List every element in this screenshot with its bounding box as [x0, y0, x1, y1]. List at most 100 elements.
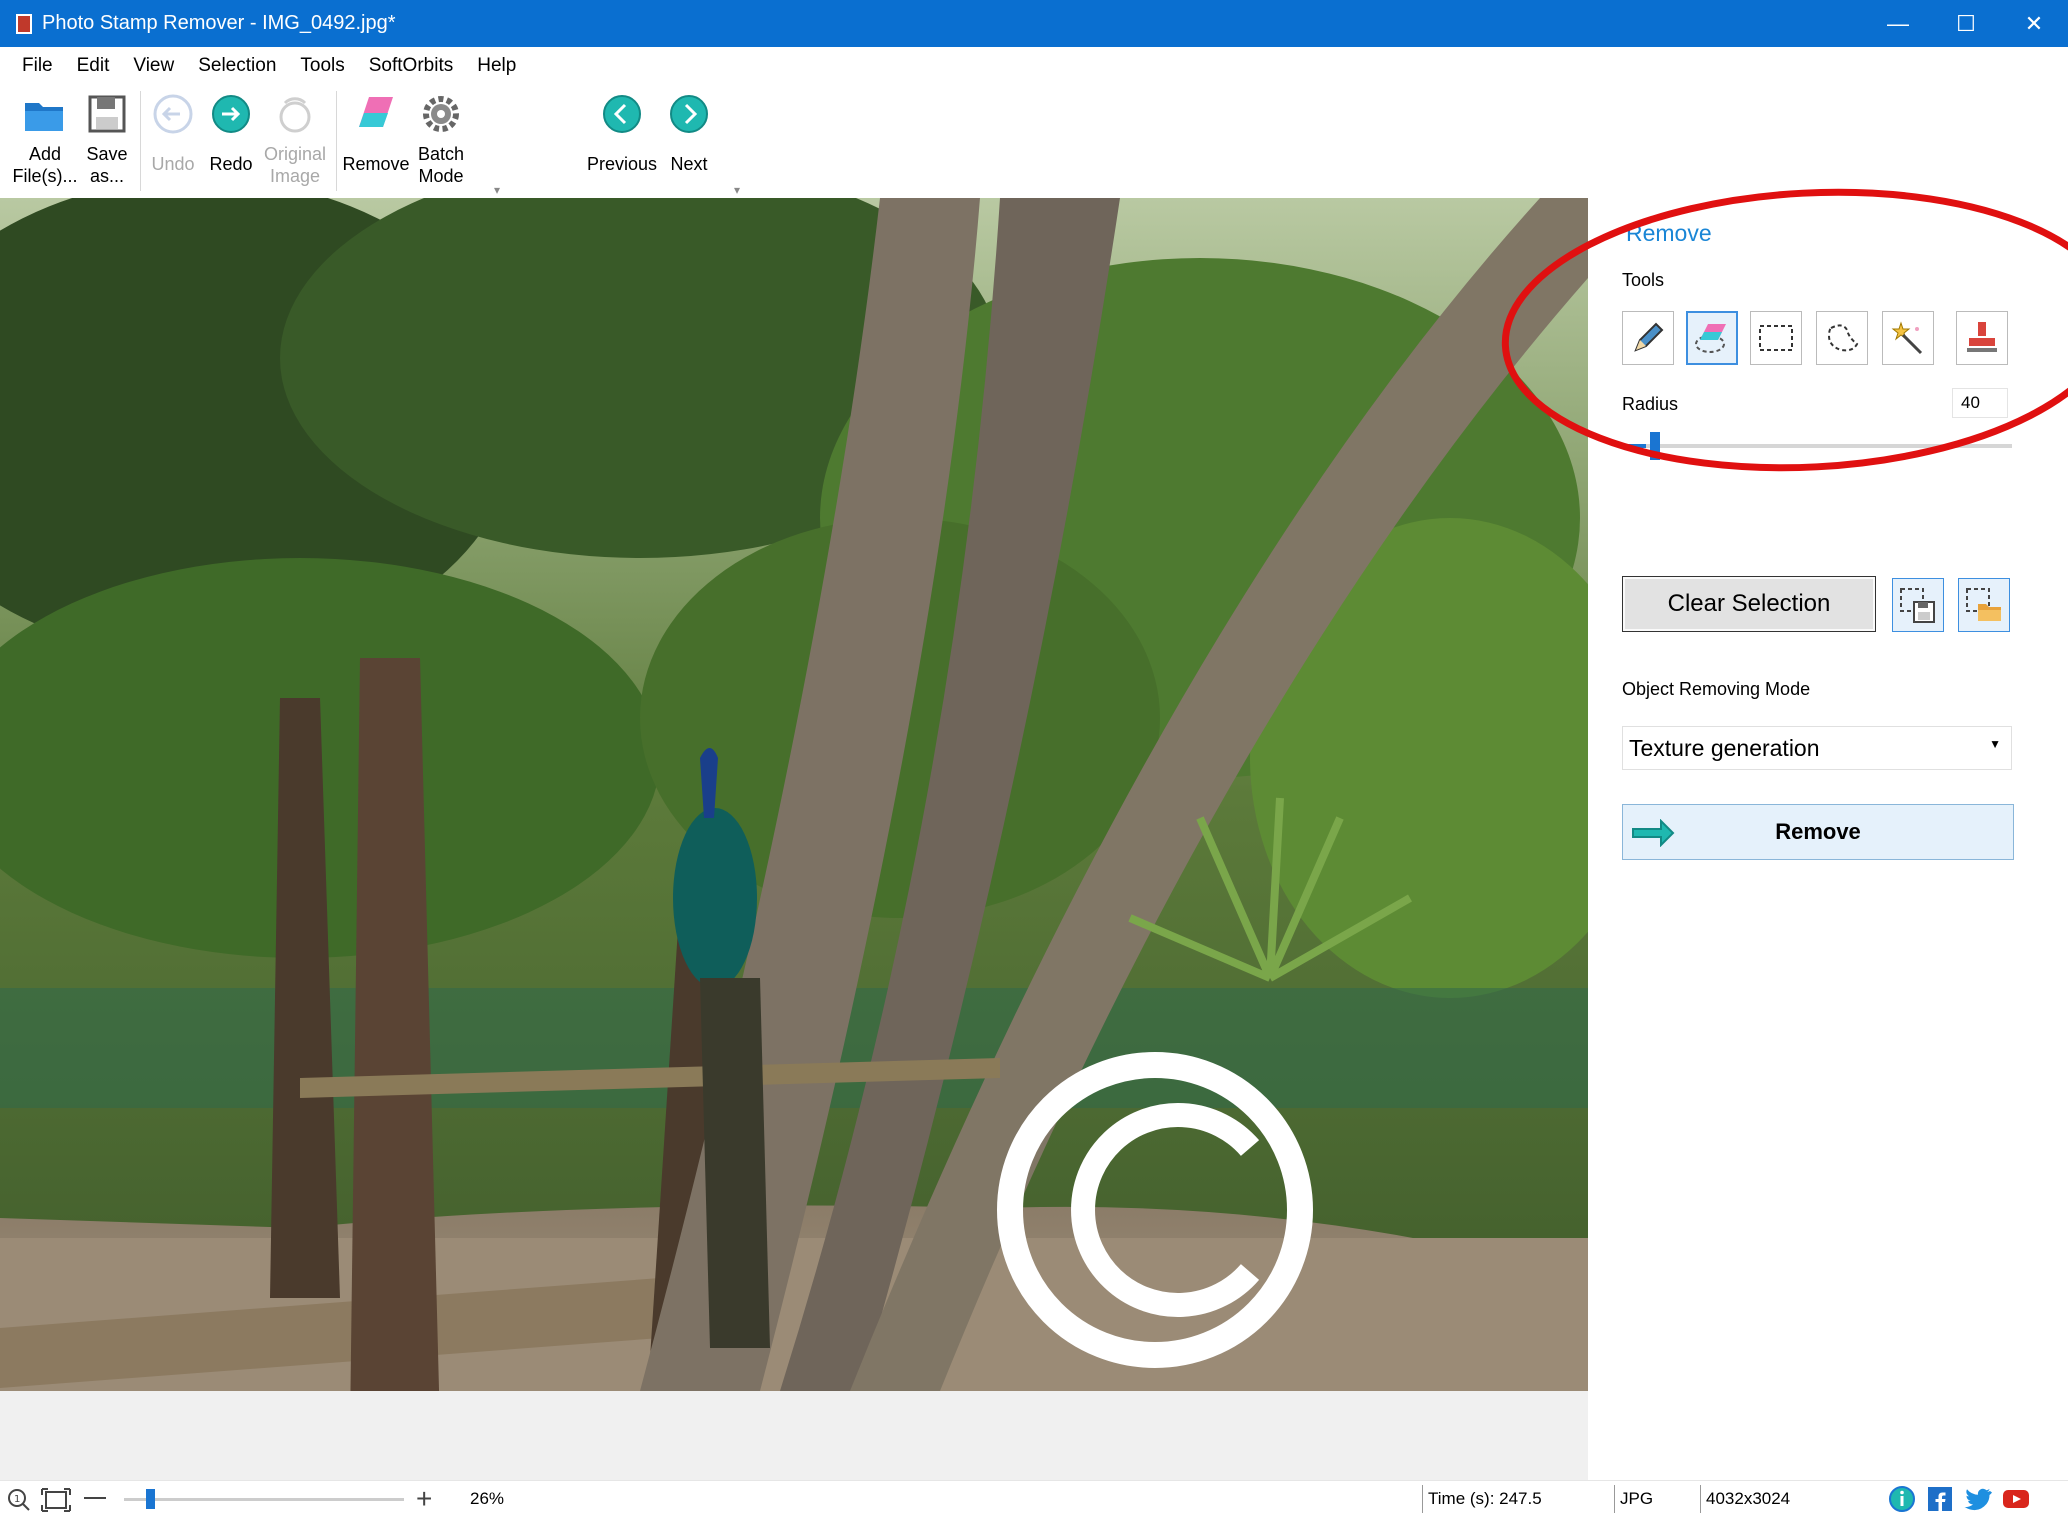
- eraser-icon: [1695, 324, 1726, 353]
- save-as-button[interactable]: Save as...: [82, 91, 132, 187]
- twitter-icon[interactable]: [1964, 1486, 1992, 1512]
- chevron-down-icon: ▼: [1989, 737, 2001, 751]
- save-as-label-1: Save: [86, 144, 128, 164]
- magic-wand-icon: [1891, 321, 1923, 355]
- image-dimensions: 4032x3024: [1706, 1489, 1791, 1508]
- status-bar: 1 + 26% Time (s): 247.5 JPG 4032x3024: [0, 1480, 2068, 1516]
- undo-button[interactable]: Undo: [148, 91, 198, 175]
- toolbar-divider: [140, 91, 141, 191]
- remove-tool-button[interactable]: Remove: [342, 91, 410, 175]
- menu-bar: File Edit View Selection Tools SoftOrbit…: [0, 47, 2068, 85]
- panel-title: Remove: [1626, 220, 1712, 246]
- redo-arrow-icon: [212, 95, 250, 133]
- redo-label: Redo: [209, 154, 253, 174]
- stamp-tool-button[interactable]: [1956, 311, 2008, 365]
- app-icon: [16, 13, 32, 34]
- menu-file[interactable]: File: [22, 55, 53, 77]
- save-selection-button[interactable]: [1892, 578, 1944, 632]
- toolbar-overflow-icon[interactable]: ▾: [494, 183, 500, 197]
- redo-button[interactable]: Redo: [206, 91, 256, 175]
- pencil-icon: [1634, 322, 1664, 352]
- lasso-tool-button[interactable]: [1816, 311, 1868, 365]
- undo-arrow-icon: [153, 94, 193, 134]
- load-selection-icon: [1966, 588, 2001, 621]
- status-divider: [1614, 1485, 1615, 1513]
- pencil-tool-button[interactable]: [1622, 311, 1674, 365]
- status-divider: [1700, 1485, 1701, 1513]
- image-canvas-area[interactable]: [0, 198, 1588, 1480]
- eraser-tool-button[interactable]: [1686, 311, 1738, 365]
- batch-mode-button[interactable]: Batch Mode: [410, 91, 472, 187]
- maximize-button[interactable]: ☐: [1932, 0, 2000, 47]
- zoom-in-icon[interactable]: +: [416, 1483, 432, 1515]
- toolbar-overflow-icon[interactable]: ▾: [734, 183, 740, 197]
- menu-view[interactable]: View: [133, 55, 174, 77]
- zoom-fit-icon[interactable]: [40, 1487, 72, 1513]
- window-controls: — ☐ ✕: [1864, 0, 2068, 47]
- load-selection-button[interactable]: [1958, 578, 2010, 632]
- toolbar-divider: [336, 91, 337, 191]
- next-button[interactable]: Next: [664, 91, 714, 175]
- magic-wand-tool-button[interactable]: [1882, 311, 1934, 365]
- radius-slider-thumb[interactable]: [1650, 432, 1660, 460]
- gear-icon: [423, 96, 459, 132]
- original-image-label-2: Image: [269, 166, 321, 186]
- original-image-button[interactable]: Original Image: [260, 91, 330, 187]
- info-icon[interactable]: [1888, 1486, 1916, 1512]
- minimize-button[interactable]: —: [1864, 0, 1932, 47]
- batch-mode-label-1: Batch: [417, 144, 465, 164]
- remove-button[interactable]: Remove: [1622, 804, 2014, 860]
- original-image-label-1: Original: [263, 144, 327, 164]
- stamp-icon: [1967, 322, 1997, 352]
- zoom-slider-track[interactable]: [124, 1498, 404, 1501]
- clear-selection-label: Clear Selection: [1667, 590, 1831, 617]
- radius-slider-fill: [1628, 444, 1646, 448]
- next-label: Next: [670, 154, 708, 174]
- svg-text:1: 1: [14, 1494, 20, 1505]
- previous-button[interactable]: Previous: [584, 91, 660, 175]
- menu-help[interactable]: Help: [477, 55, 516, 77]
- object-removing-mode-select[interactable]: Texture generation ▼: [1622, 726, 2012, 770]
- tools-label: Tools: [1622, 270, 1665, 290]
- clear-selection-button[interactable]: Clear Selection: [1622, 576, 1876, 632]
- remove-tool-label: Remove: [342, 154, 410, 174]
- menu-edit[interactable]: Edit: [77, 55, 110, 77]
- close-button[interactable]: ✕: [2000, 0, 2068, 47]
- rect-select-tool-button[interactable]: [1750, 311, 1802, 365]
- youtube-icon[interactable]: [2002, 1486, 2030, 1512]
- right-arrow-icon: [1632, 819, 1675, 847]
- menu-softorbits[interactable]: SoftOrbits: [369, 55, 453, 77]
- radius-label: Radius: [1622, 394, 1679, 414]
- menu-tools[interactable]: Tools: [300, 55, 344, 77]
- remove-panel: Remove Tools Radius 40 Clear Selection O…: [1588, 198, 2068, 1480]
- radius-input[interactable]: 40: [1952, 388, 2008, 418]
- folder-open-icon: [25, 103, 63, 131]
- floppy-disk-icon: [88, 95, 126, 133]
- add-files-label-2: File(s)...: [12, 166, 78, 186]
- undo-label: Undo: [151, 154, 195, 174]
- status-divider: [1422, 1485, 1423, 1513]
- batch-mode-label-2: Mode: [418, 166, 464, 186]
- add-files-label-1: Add: [28, 144, 62, 164]
- previous-arrow-icon: [603, 95, 641, 133]
- rect-select-icon: [1759, 325, 1793, 351]
- previous-label: Previous: [586, 154, 658, 174]
- photo-canvas[interactable]: [0, 198, 1588, 1391]
- facebook-icon[interactable]: [1926, 1486, 1954, 1512]
- mode-selected-value: Texture generation: [1629, 735, 1820, 761]
- remove-button-label: Remove: [1775, 819, 1861, 844]
- next-arrow-icon: [670, 95, 708, 133]
- zoom-slider-thumb[interactable]: [146, 1489, 155, 1509]
- eraser-icon: [359, 97, 393, 127]
- zoom-out-icon[interactable]: [84, 1497, 106, 1499]
- save-as-label-2: as...: [89, 166, 124, 186]
- file-format: JPG: [1620, 1489, 1654, 1508]
- original-image-icon: [279, 97, 311, 133]
- processing-time: Time (s): 247.5: [1428, 1489, 1542, 1508]
- zoom-actual-size-icon[interactable]: 1: [6, 1487, 32, 1513]
- radius-slider-track[interactable]: [1628, 444, 2012, 448]
- add-files-button[interactable]: Add File(s)...: [12, 91, 78, 187]
- menu-selection[interactable]: Selection: [198, 55, 276, 77]
- object-removing-mode-label: Object Removing Mode: [1622, 679, 1811, 699]
- park-photo-image: [0, 198, 1588, 1391]
